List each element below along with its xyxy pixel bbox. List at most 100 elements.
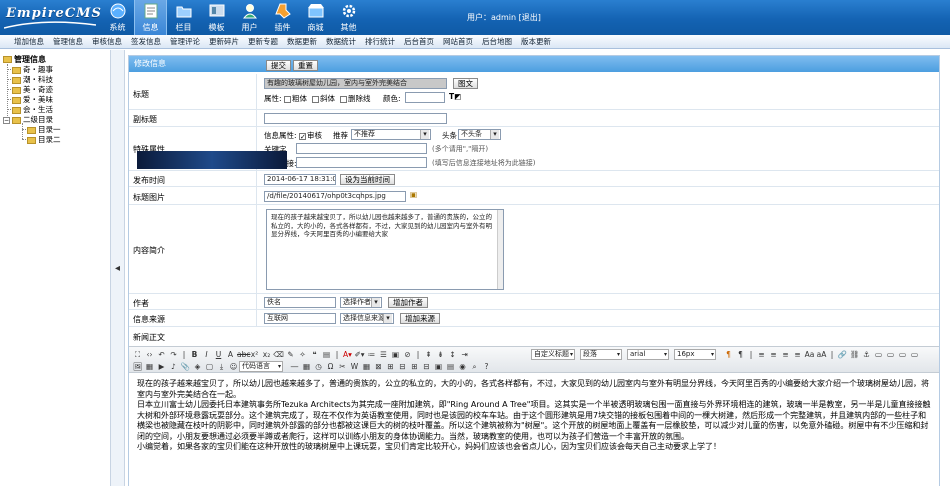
menu-sign-info[interactable]: 签发信息: [131, 36, 161, 47]
superscript-icon[interactable]: x²: [249, 349, 260, 360]
format-painter-icon[interactable]: ✎: [285, 349, 296, 360]
bold-icon[interactable]: B: [189, 349, 200, 360]
headline-select[interactable]: 不头条: [458, 129, 501, 140]
color-input[interactable]: [405, 92, 445, 103]
reset-button[interactable]: 重置: [293, 60, 318, 71]
special-char-icon[interactable]: Ω: [325, 361, 336, 372]
word-image-icon[interactable]: W: [349, 361, 360, 372]
emotion-icon[interactable]: ☺: [228, 361, 239, 372]
align-center-icon[interactable]: ≡: [768, 349, 779, 360]
preview-icon[interactable]: ◉: [457, 361, 468, 372]
menu-update-topic[interactable]: 更新专题: [248, 36, 278, 47]
menu-data-update[interactable]: 数据更新: [287, 36, 317, 47]
strike-checkbox[interactable]: 删除线: [340, 93, 371, 104]
font-border-icon[interactable]: A: [225, 349, 236, 360]
title-input[interactable]: 有趣的玻璃树屋幼儿园，室内与室外完美结合: [264, 78, 447, 89]
unordered-list-icon[interactable]: ☰: [378, 349, 389, 360]
menu-admin-map[interactable]: 后台地图: [482, 36, 512, 47]
add-source-button[interactable]: 增加来源: [400, 313, 440, 324]
menu-rank-stats[interactable]: 排行统计: [365, 36, 395, 47]
recommend-select[interactable]: 不推荐: [351, 129, 431, 140]
italic-icon[interactable]: I: [201, 349, 212, 360]
author-select[interactable]: 选择作者: [340, 297, 382, 308]
scrollbar[interactable]: [497, 210, 503, 289]
menu-version-update[interactable]: 版本更新: [521, 36, 551, 47]
merge-cells-icon[interactable]: ▣: [433, 361, 444, 372]
align-left-icon[interactable]: ≡: [756, 349, 767, 360]
delete-row-icon[interactable]: ⊟: [397, 361, 408, 372]
image-center-icon[interactable]: ▭: [909, 349, 920, 360]
menu-manage-comment[interactable]: 管理评论: [170, 36, 200, 47]
direction-rtl-icon[interactable]: ¶: [735, 349, 746, 360]
nav-system[interactable]: 系统: [101, 0, 134, 35]
insert-music-icon[interactable]: ♪: [168, 361, 179, 372]
font-color-icon[interactable]: A▾: [342, 349, 353, 360]
paragraph-select[interactable]: 段落: [580, 349, 622, 360]
menu-add-info[interactable]: 增加信息: [14, 36, 44, 47]
insert-image-icon[interactable]: 🖼: [132, 361, 143, 372]
pic-input[interactable]: /d/file/20140617/ohp0t3cqhps.jpg: [264, 191, 406, 202]
source-input[interactable]: 互联网: [264, 313, 336, 324]
help-icon[interactable]: ?: [481, 361, 492, 372]
image-right-icon[interactable]: ▭: [897, 349, 908, 360]
redo-icon[interactable]: ↷: [168, 349, 179, 360]
insert-row-icon[interactable]: ⊞: [385, 361, 396, 372]
menu-site-home[interactable]: 网站首页: [443, 36, 473, 47]
nav-template[interactable]: 模板: [200, 0, 233, 35]
set-current-time-button[interactable]: 设为当前时间: [340, 174, 395, 185]
clear-format-icon[interactable]: ⌫: [273, 349, 284, 360]
link-icon[interactable]: 🔗: [837, 349, 848, 360]
lowercase-icon[interactable]: aA: [816, 349, 827, 360]
insert-table-icon[interactable]: ▦: [361, 361, 372, 372]
panel-collapse-toggle[interactable]: ◂: [111, 50, 125, 486]
row-spacing-bottom-icon[interactable]: ⇟: [435, 349, 446, 360]
insert-frame-icon[interactable]: ▢: [204, 361, 215, 372]
keyword-input[interactable]: [296, 143, 427, 154]
user-info[interactable]: 用户：admin [退出]: [467, 12, 541, 23]
row-spacing-top-icon[interactable]: ⇞: [423, 349, 434, 360]
split-cells-icon[interactable]: ▤: [445, 361, 456, 372]
title-image-button[interactable]: 图文: [453, 78, 478, 89]
underline-icon[interactable]: U: [213, 349, 224, 360]
nav-plugin[interactable]: 插件: [266, 0, 299, 35]
highlight-icon[interactable]: ✐▾: [354, 349, 365, 360]
color-picker-icon[interactable]: T◩: [449, 92, 461, 101]
nav-shop[interactable]: 商城: [299, 0, 332, 35]
attachment-icon[interactable]: 📎: [180, 361, 191, 372]
custom-title-select[interactable]: 自定义标题: [531, 349, 575, 360]
select-all-icon[interactable]: ▣: [390, 349, 401, 360]
image-left-icon[interactable]: ▭: [885, 349, 896, 360]
audit-checkbox[interactable]: 审核: [299, 130, 322, 141]
block-icon[interactable]: ▤: [321, 349, 332, 360]
insert-col-icon[interactable]: ⊞: [409, 361, 420, 372]
direction-ltr-icon[interactable]: ¶: [723, 349, 734, 360]
anchor-icon[interactable]: ⚓: [861, 349, 872, 360]
horizontal-rule-icon[interactable]: ―: [289, 361, 300, 372]
nav-other[interactable]: 其他: [332, 0, 365, 35]
search-replace-icon[interactable]: ⌕: [469, 361, 480, 372]
time-input[interactable]: 2014-06-17 18:31:04: [264, 174, 336, 185]
link-input[interactable]: [296, 157, 427, 168]
menu-data-stats[interactable]: 数据统计: [326, 36, 356, 47]
image-float-icon[interactable]: ▭: [873, 349, 884, 360]
nav-user[interactable]: 用户: [233, 0, 266, 35]
author-input[interactable]: 佚名: [264, 297, 336, 308]
code-language-select[interactable]: 代码语言: [239, 361, 283, 372]
collapse-box-icon[interactable]: −: [3, 116, 10, 124]
snapscreen-icon[interactable]: ✂: [337, 361, 348, 372]
menu-admin-home[interactable]: 后台首页: [404, 36, 434, 47]
align-right-icon[interactable]: ≡: [780, 349, 791, 360]
pagebreak-icon[interactable]: ⤓: [216, 361, 227, 372]
nav-column[interactable]: 栏目: [167, 0, 200, 35]
source-icon[interactable]: ‹›: [144, 349, 155, 360]
font-size-select[interactable]: 16px: [674, 349, 716, 360]
summary-textarea[interactable]: 现在的孩子越来越宝贝了，所以幼儿园也越来越多了，普通的贵族的，公立的私立的，大的…: [266, 209, 504, 290]
delete-col-icon[interactable]: ⊟: [421, 361, 432, 372]
menu-manage-info[interactable]: 管理信息: [53, 36, 83, 47]
add-author-button[interactable]: 增加作者: [388, 297, 428, 308]
uppercase-icon[interactable]: Aa: [804, 349, 815, 360]
unlink-icon[interactable]: ⛓: [849, 349, 860, 360]
source-select[interactable]: 选择信息来源: [340, 313, 394, 324]
delete-table-icon[interactable]: ⊠: [373, 361, 384, 372]
bold-checkbox[interactable]: 粗体: [284, 93, 307, 104]
